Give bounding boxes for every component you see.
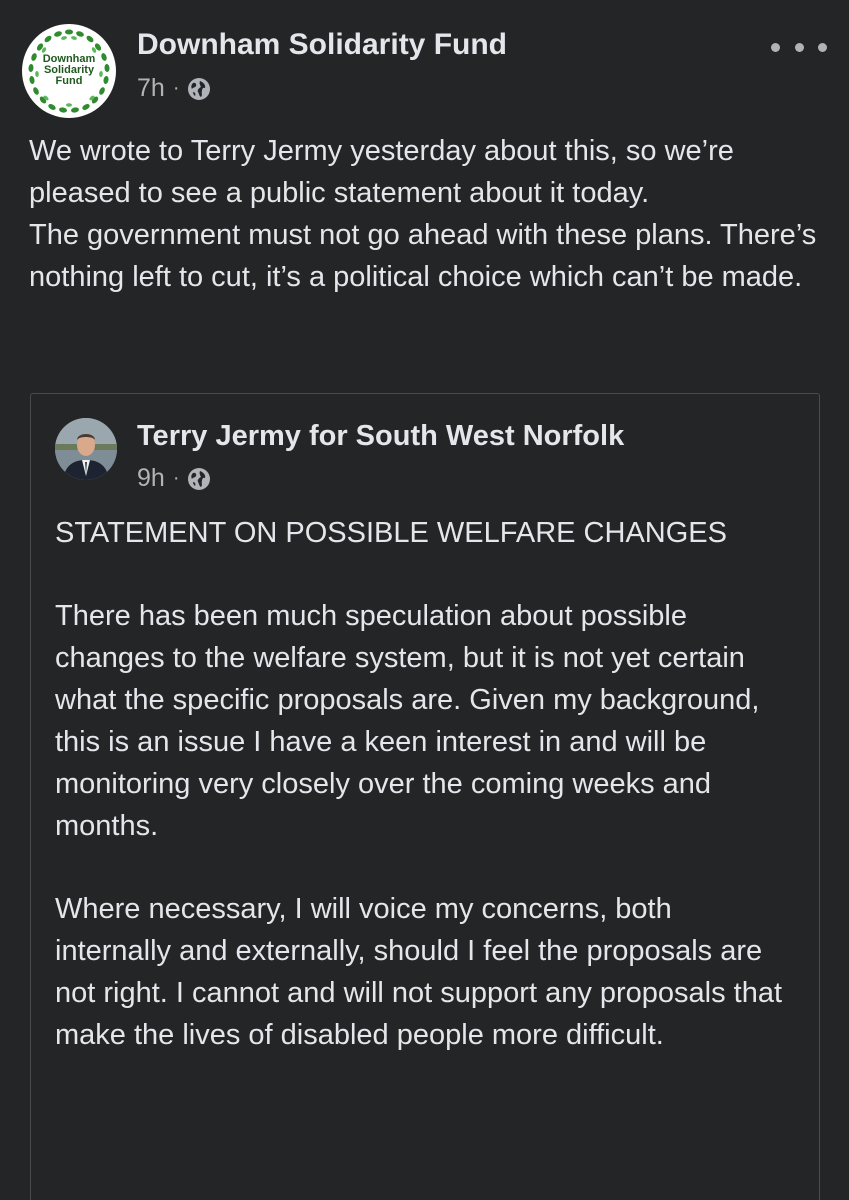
shared-post-meta: 9h · bbox=[137, 464, 211, 493]
shared-post-text: STATEMENT ON POSSIBLE WELFARE CHANGES Th… bbox=[55, 512, 795, 1097]
post-timestamp[interactable]: 7h bbox=[137, 74, 165, 103]
statement-paragraph: There has been much speculation about po… bbox=[55, 600, 760, 842]
shared-post-card[interactable]: Terry Jermy for South West Norfolk 9h · … bbox=[30, 393, 820, 1200]
shared-author-name[interactable]: Terry Jermy for South West Norfolk bbox=[137, 420, 624, 453]
post-meta: 7h · bbox=[137, 74, 211, 103]
meta-separator: · bbox=[172, 467, 180, 489]
page-avatar[interactable]: Downham Solidarity Fund bbox=[22, 24, 116, 118]
more-dot bbox=[794, 42, 804, 52]
statement-heading: STATEMENT ON POSSIBLE WELFARE CHANGES bbox=[55, 517, 727, 549]
globe-icon bbox=[188, 467, 211, 490]
more-dot bbox=[771, 42, 780, 52]
more-dot bbox=[818, 42, 827, 52]
avatar-logo-text: Downham Solidarity Fund bbox=[22, 54, 116, 87]
shared-author-avatar[interactable] bbox=[55, 418, 117, 480]
feed-post: Downham Solidarity Fund Downham Solidari… bbox=[0, 0, 849, 1200]
person-photo-icon bbox=[55, 418, 117, 480]
post-author-name[interactable]: Downham Solidarity Fund bbox=[137, 28, 507, 62]
statement-paragraph: Where necessary, I will voice my concern… bbox=[55, 893, 783, 1051]
post-text: We wrote to Terry Jermy yesterday about … bbox=[29, 135, 817, 293]
meta-separator: · bbox=[172, 77, 180, 99]
globe-icon bbox=[188, 77, 211, 100]
shared-post-timestamp[interactable]: 9h bbox=[137, 464, 165, 493]
post-header: Downham Solidarity Fund Downham Solidari… bbox=[22, 24, 827, 118]
more-options-icon[interactable] bbox=[771, 32, 827, 62]
avatar-logo-line: Fund bbox=[55, 75, 83, 87]
